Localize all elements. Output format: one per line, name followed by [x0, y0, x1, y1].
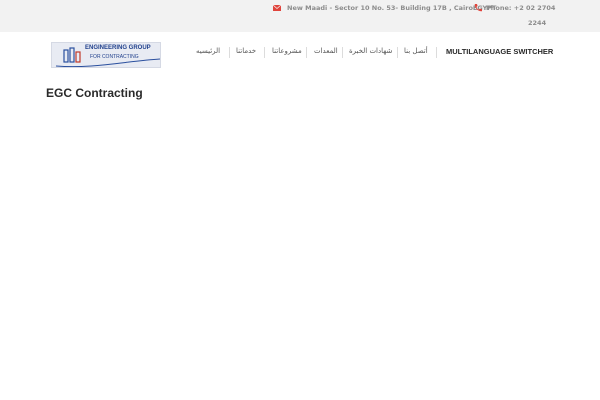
phone-icon	[474, 4, 482, 12]
nav-contact[interactable]: أتصل بنا	[404, 47, 428, 55]
nav-services[interactable]: خدماتنا	[236, 47, 256, 55]
logo-swoosh	[55, 58, 160, 67]
site-header: ENGINEERING GROUP FOR CONTRACTING الرئيس…	[0, 32, 600, 76]
logo-line-1: ENGINEERING GROUP	[85, 45, 151, 51]
phone-text: Phone: +2 02 2704	[486, 4, 556, 12]
page-title: EGC Contracting	[46, 86, 143, 100]
nav-divider	[397, 47, 398, 58]
nav-equipment[interactable]: المعدات	[314, 47, 338, 55]
nav-home[interactable]: الرئيسيه	[196, 47, 220, 55]
phone-text-continued: 2244	[528, 19, 547, 27]
nav-divider	[229, 47, 230, 58]
language-switcher[interactable]: MULTILANGUAGE SWITCHER	[446, 47, 553, 56]
address-text: New Maadi - Sector 10 No. 53- Building 1…	[287, 4, 497, 12]
nav-divider	[436, 47, 437, 58]
nav-projects[interactable]: مشروعاتنا	[272, 47, 302, 55]
nav-certificates[interactable]: شهادات الخبرة	[349, 47, 392, 55]
nav-divider	[306, 47, 307, 58]
site-logo[interactable]: ENGINEERING GROUP FOR CONTRACTING	[51, 42, 161, 68]
top-bar: New Maadi - Sector 10 No. 53- Building 1…	[0, 0, 600, 32]
nav-divider	[342, 47, 343, 58]
envelope-icon	[272, 4, 282, 11]
nav-divider	[264, 47, 265, 58]
